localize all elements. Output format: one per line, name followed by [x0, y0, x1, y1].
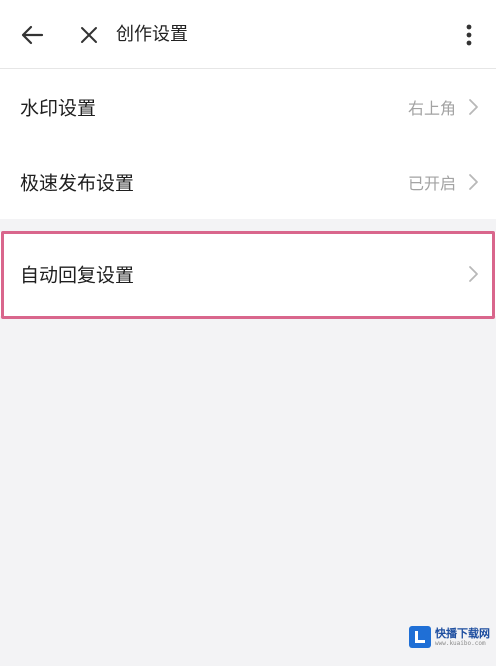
top-app-bar: 创作设置: [0, 0, 496, 69]
back-button[interactable]: [14, 18, 50, 52]
page-title: 创作设置: [116, 24, 188, 45]
fast-publish-setting-row[interactable]: 极速发布设置 已开启: [0, 144, 496, 219]
watermark-url: www.kuaibo.com: [435, 639, 486, 647]
auto-reply-setting-row[interactable]: 自动回复设置: [0, 234, 496, 314]
watermark-setting-row[interactable]: 水印设置 右上角: [0, 69, 496, 144]
setting-label: 极速发布设置: [20, 172, 135, 194]
arrow-left-icon: [21, 25, 44, 45]
settings-group: 自动回复设置: [0, 232, 496, 316]
chevron-right-icon: [469, 173, 478, 190]
setting-value: 右上角: [407, 98, 456, 118]
more-options-button[interactable]: [454, 18, 484, 52]
watermark-name: 快播下载网: [435, 626, 490, 640]
close-icon: [81, 27, 97, 43]
close-button[interactable]: [72, 18, 106, 52]
more-vertical-icon: [466, 24, 472, 46]
setting-value: 已开启: [407, 173, 456, 193]
chevron-right-icon: [469, 98, 478, 115]
settings-group: 水印设置 右上角 极速发布设置 已开启: [0, 69, 496, 219]
setting-label: 自动回复设置: [20, 264, 135, 287]
site-watermark: 快播下载网 www.kuaibo.com: [409, 621, 495, 653]
setting-label: 水印设置: [20, 97, 97, 119]
chevron-right-icon: [469, 266, 478, 282]
watermark-logo-icon: [409, 626, 431, 648]
